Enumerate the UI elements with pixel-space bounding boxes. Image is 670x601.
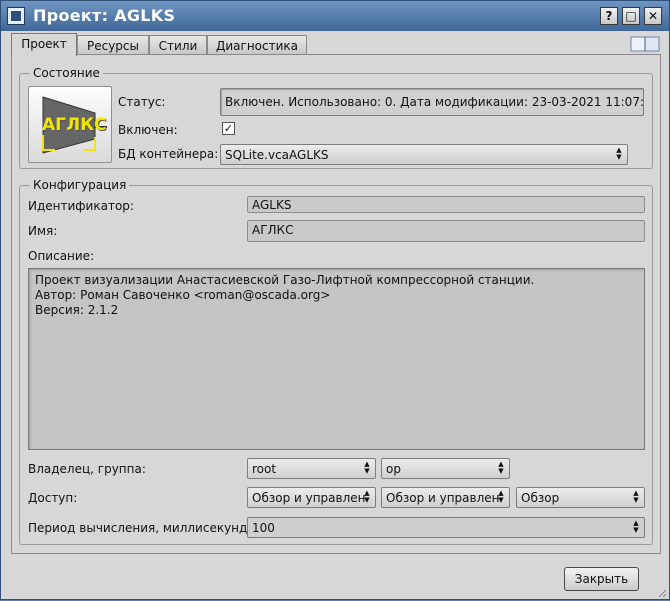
status-label: Статус: xyxy=(118,95,166,109)
access-owner-select[interactable]: Обзор и управлен ▲ ▼ xyxy=(247,487,376,508)
group-value: op xyxy=(386,462,401,476)
db-container-value: SQLite.vcaAGLKS xyxy=(225,148,329,162)
close-button[interactable]: Закрыть xyxy=(564,567,639,591)
project-logo[interactable]: АГЛКС xyxy=(28,86,112,163)
title-bar[interactable]: Проект: AGLKS ? □ ✕ xyxy=(1,1,669,31)
config-group-title: Конфигурация xyxy=(30,178,130,192)
book-icon[interactable] xyxy=(627,35,661,53)
id-label: Идентификатор: xyxy=(28,199,134,213)
period-spinbox[interactable]: 100 ▲ ▼ xyxy=(247,517,645,538)
access-group-value: Обзор и управлен xyxy=(386,491,500,505)
access-owner-value: Обзор и управлен xyxy=(252,491,366,505)
access-group-select[interactable]: Обзор и управлен ▲ ▼ xyxy=(381,487,510,508)
enabled-checkbox[interactable]: ✓ xyxy=(222,122,235,135)
description-label: Описание: xyxy=(28,249,95,263)
name-label: Имя: xyxy=(28,224,58,238)
spin-arrows-icon[interactable]: ▲ ▼ xyxy=(631,520,641,534)
spin-arrows-icon: ▲ ▼ xyxy=(498,460,504,475)
tab-page-project: Состояние АГЛКС Статус: Включен. Использ… xyxy=(11,54,661,554)
description-line: Проект визуализации Анастасиевской Газо-… xyxy=(35,273,535,287)
spin-arrows-icon: ▲ ▼ xyxy=(364,489,370,504)
id-field[interactable]: AGLKS xyxy=(247,196,645,213)
access-other-select[interactable]: Обзор ▲ ▼ xyxy=(516,487,645,508)
resize-grip-icon[interactable] xyxy=(657,587,667,598)
access-other-value: Обзор xyxy=(521,491,560,505)
window-menu-icon[interactable] xyxy=(7,7,25,25)
logo-text: АГЛКС xyxy=(42,115,107,135)
description-textarea[interactable]: Проект визуализации Анастасиевской Газо-… xyxy=(28,268,645,450)
db-label: БД контейнера: xyxy=(118,147,219,161)
description-line: Автор: Роман Савоченко <roman@oscada.org… xyxy=(35,288,331,302)
tab-resources[interactable]: Ресурсы xyxy=(77,35,149,55)
state-group-title: Состояние xyxy=(30,66,103,80)
tab-styles[interactable]: Стили xyxy=(149,35,207,55)
project-dialog: Проект: AGLKS ? □ ✕ Проект Ресурсы Стили… xyxy=(0,0,670,600)
window-title: Проект: AGLKS xyxy=(33,6,176,25)
help-button[interactable]: ? xyxy=(600,7,618,25)
period-value: 100 xyxy=(252,521,275,535)
owner-group-label: Владелец, группа: xyxy=(28,462,146,476)
owner-value: root xyxy=(252,462,277,476)
tab-project[interactable]: Проект xyxy=(11,33,77,56)
tab-diagnostics[interactable]: Диагностика xyxy=(207,35,307,55)
status-value: Включен. Использовано: 0. Дата модификац… xyxy=(220,88,644,116)
db-container-select[interactable]: SQLite.vcaAGLKS ▲ ▼ xyxy=(220,144,628,165)
maximize-button[interactable]: □ xyxy=(622,7,640,25)
spin-arrows-icon: ▲ ▼ xyxy=(633,489,639,504)
enabled-label: Включен: xyxy=(118,123,178,137)
close-window-button[interactable]: ✕ xyxy=(644,7,662,25)
owner-select[interactable]: root ▲ ▼ xyxy=(247,458,376,479)
period-label: Период вычисления, миллисекунд: xyxy=(28,521,252,535)
access-label: Доступ: xyxy=(28,491,78,505)
spin-arrows-icon: ▲ ▼ xyxy=(364,460,370,475)
group-select[interactable]: op ▲ ▼ xyxy=(381,458,510,479)
description-line: Версия: 2.1.2 xyxy=(35,303,119,317)
spin-arrows-icon: ▲ ▼ xyxy=(498,489,504,504)
name-field[interactable]: АГЛКС xyxy=(247,220,645,242)
spin-arrows-icon: ▲ ▼ xyxy=(616,146,622,161)
